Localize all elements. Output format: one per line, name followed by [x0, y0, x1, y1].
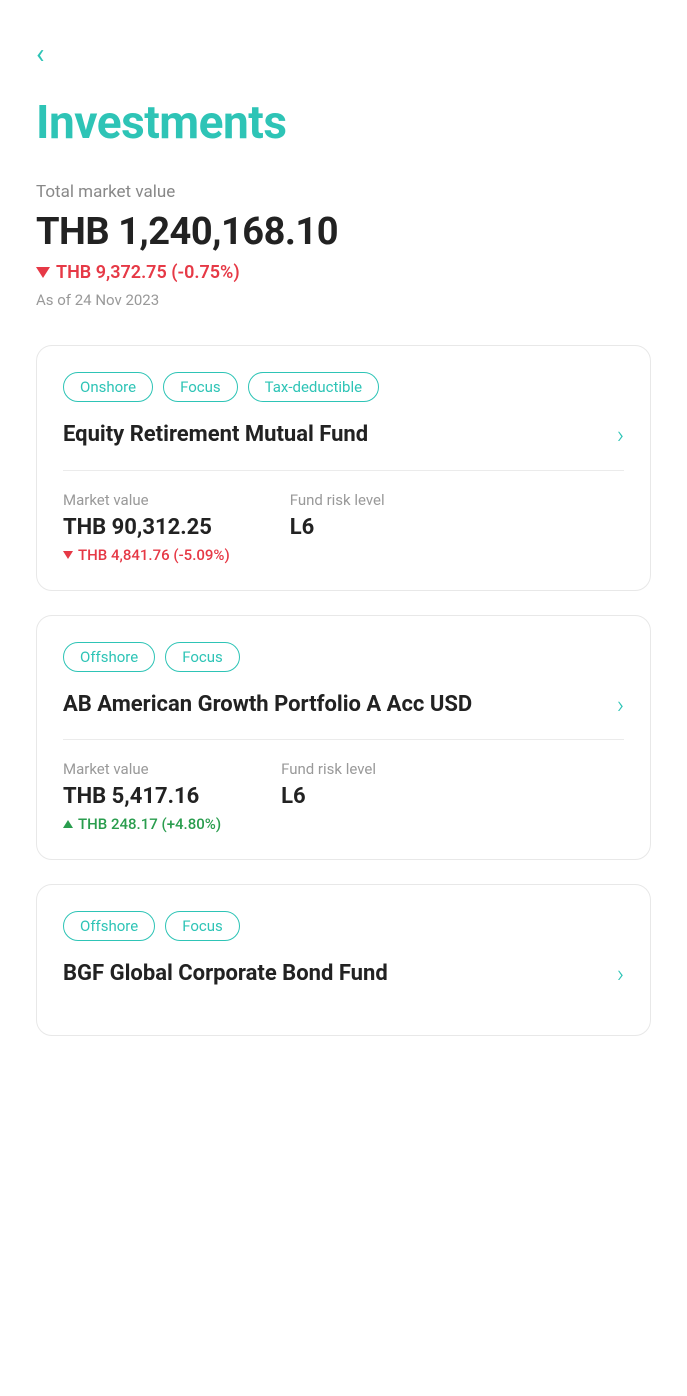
total-label: Total market value [36, 182, 651, 202]
change-value-1: THB 248.17 (+4.80%) [78, 815, 221, 833]
total-change: THB 9,372.75 (-0.75%) [36, 262, 651, 283]
back-chevron-icon: ‹ [36, 40, 44, 68]
fund-name-2: BGF Global Corporate Bond Fund [63, 959, 617, 989]
total-section: Total market value THB 1,240,168.10 THB … [36, 182, 651, 309]
fund-card-0[interactable]: Onshore Focus Tax-deductible Equity Reti… [36, 345, 651, 591]
market-value-label-0: Market value [63, 491, 230, 509]
tag-onshore: Onshore [63, 372, 153, 402]
back-button[interactable]: ‹ [36, 40, 76, 68]
change-value-0: THB 4,841.76 (-5.09%) [78, 546, 230, 564]
fund-card-2[interactable]: Offshore Focus BGF Global Corporate Bond… [36, 884, 651, 1036]
tag-offshore-2: Offshore [63, 911, 155, 941]
tag-tax-deductible: Tax-deductible [248, 372, 379, 402]
risk-value-0: L6 [290, 515, 385, 540]
risk-col-0: Fund risk level L6 [290, 491, 385, 564]
tag-focus: Focus [163, 372, 238, 402]
fund-name-1: AB American Growth Portfolio A Acc USD [63, 690, 617, 720]
risk-label-1: Fund risk level [281, 760, 376, 778]
fund-header-1: AB American Growth Portfolio A Acc USD › [63, 690, 624, 720]
market-value-0: THB 90,312.25 [63, 515, 230, 540]
total-date: As of 24 Nov 2023 [36, 291, 651, 309]
down-tri-icon-0 [63, 551, 73, 559]
page-container: ‹ Investments Total market value THB 1,2… [0, 0, 687, 1100]
tag-focus-2: Focus [165, 911, 240, 941]
divider-0 [63, 470, 624, 471]
chevron-right-icon-0: › [617, 421, 624, 449]
fund-card-1[interactable]: Offshore Focus AB American Growth Portfo… [36, 615, 651, 861]
chevron-right-icon-1: › [617, 691, 624, 719]
fund-tags-2: Offshore Focus [63, 911, 624, 941]
page-title: Investments [36, 96, 651, 150]
total-change-value: THB 9,372.75 (-0.75%) [56, 262, 240, 283]
fund-name-0: Equity Retirement Mutual Fund [63, 420, 617, 450]
fund-details-0: Market value THB 90,312.25 THB 4,841.76 … [63, 491, 624, 564]
change-1: THB 248.17 (+4.80%) [63, 815, 221, 833]
risk-label-0: Fund risk level [290, 491, 385, 509]
market-value-col-0: Market value THB 90,312.25 THB 4,841.76 … [63, 491, 230, 564]
market-value-col-1: Market value THB 5,417.16 THB 248.17 (+4… [63, 760, 221, 833]
risk-value-1: L6 [281, 784, 376, 809]
tag-offshore-1: Offshore [63, 642, 155, 672]
fund-header-0: Equity Retirement Mutual Fund › [63, 420, 624, 450]
fund-tags-1: Offshore Focus [63, 642, 624, 672]
total-value: THB 1,240,168.10 [36, 210, 651, 254]
up-tri-icon-1 [63, 820, 73, 828]
fund-header-2: BGF Global Corporate Bond Fund › [63, 959, 624, 989]
chevron-right-icon-2: › [617, 960, 624, 988]
down-arrow-icon [36, 267, 50, 278]
market-value-label-1: Market value [63, 760, 221, 778]
fund-tags-0: Onshore Focus Tax-deductible [63, 372, 624, 402]
change-0: THB 4,841.76 (-5.09%) [63, 546, 230, 564]
divider-1 [63, 739, 624, 740]
fund-details-1: Market value THB 5,417.16 THB 248.17 (+4… [63, 760, 624, 833]
risk-col-1: Fund risk level L6 [281, 760, 376, 833]
market-value-1: THB 5,417.16 [63, 784, 221, 809]
tag-focus-1: Focus [165, 642, 240, 672]
